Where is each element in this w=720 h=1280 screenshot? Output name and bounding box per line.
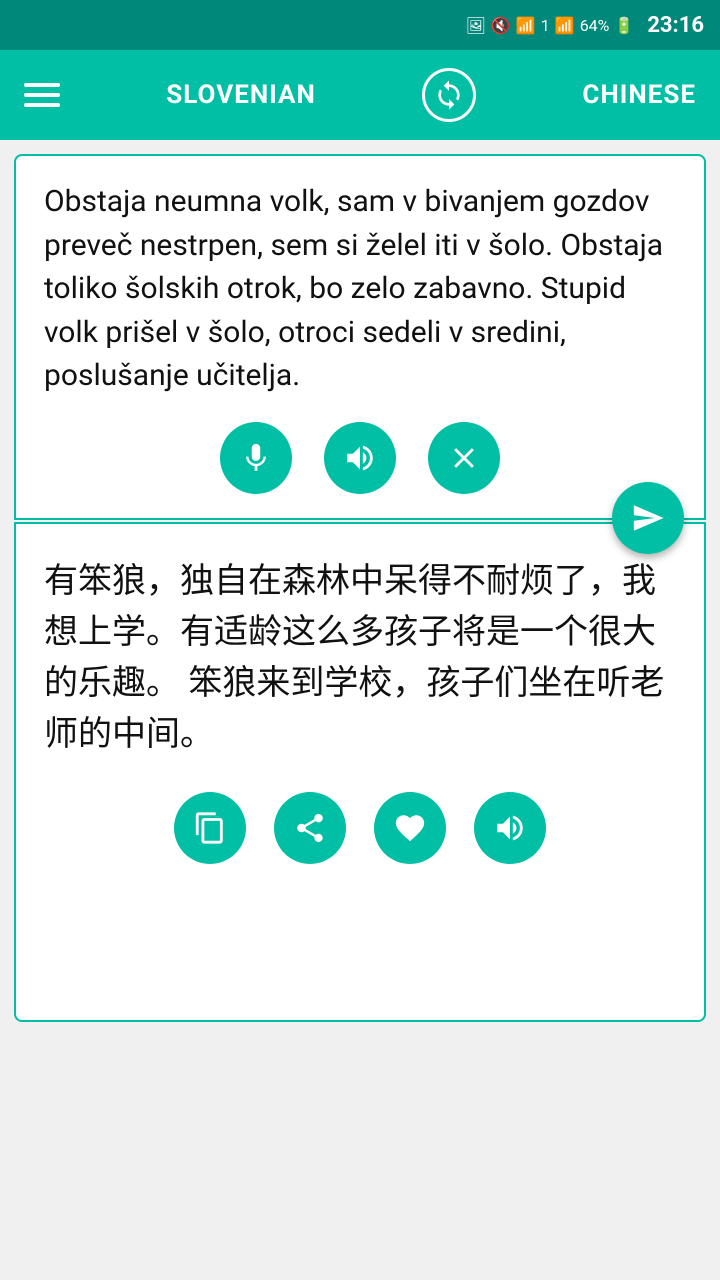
target-text-box: 有笨狼，独自在森林中呆得不耐烦了，我想上学。有适龄这么多孩子将是一个很大的乐趣。… (14, 522, 706, 1022)
status-icons: 🖼 🔇 📶 1 📶 64% 🔋 23:16 (466, 13, 704, 38)
source-actions (44, 422, 676, 498)
microphone-button[interactable] (220, 422, 292, 494)
wifi-icon: 📶 (516, 16, 536, 35)
swap-icon (433, 79, 465, 111)
share-button[interactable] (274, 792, 346, 864)
battery-text: 64% (580, 16, 610, 35)
sim-icon: 1 (541, 16, 550, 35)
speaker-button-target[interactable] (474, 792, 546, 864)
nav-bar: SLOVENIAN CHINESE (0, 50, 720, 140)
share-icon (293, 811, 327, 845)
menu-button[interactable] (24, 83, 60, 107)
heart-icon (393, 811, 427, 845)
battery-icon: 🔋 (614, 16, 634, 35)
source-text-box: Obstaja neumna volk, sam v bivanjem gozd… (14, 154, 706, 520)
favorite-button[interactable] (374, 792, 446, 864)
source-text[interactable]: Obstaja neumna volk, sam v bivanjem gozd… (44, 180, 676, 398)
main-content: Obstaja neumna volk, sam v bivanjem gozd… (0, 140, 720, 1036)
swap-languages-button[interactable] (422, 68, 476, 122)
target-text: 有笨狼，独自在森林中呆得不耐烦了，我想上学。有适龄这么多孩子将是一个很大的乐趣。… (44, 556, 676, 760)
copy-icon (193, 811, 227, 845)
signal-icon: 📶 (555, 16, 575, 35)
target-language-label[interactable]: CHINESE (582, 80, 696, 110)
target-actions (44, 784, 676, 864)
source-language-label[interactable]: SLOVENIAN (166, 80, 316, 110)
mute-icon: 🔇 (491, 16, 511, 35)
mic-icon (239, 441, 273, 475)
clear-button[interactable] (428, 422, 500, 494)
time-display: 23:16 (647, 13, 704, 38)
send-icon (631, 501, 665, 535)
send-button[interactable] (612, 482, 684, 554)
close-icon (447, 441, 481, 475)
volume-icon-target (493, 811, 527, 845)
screenshot-icon: 🖼 (466, 16, 486, 35)
volume-icon-source (343, 441, 377, 475)
copy-button[interactable] (174, 792, 246, 864)
status-bar: 🖼 🔇 📶 1 📶 64% 🔋 23:16 (0, 0, 720, 50)
speaker-button-source[interactable] (324, 422, 396, 494)
